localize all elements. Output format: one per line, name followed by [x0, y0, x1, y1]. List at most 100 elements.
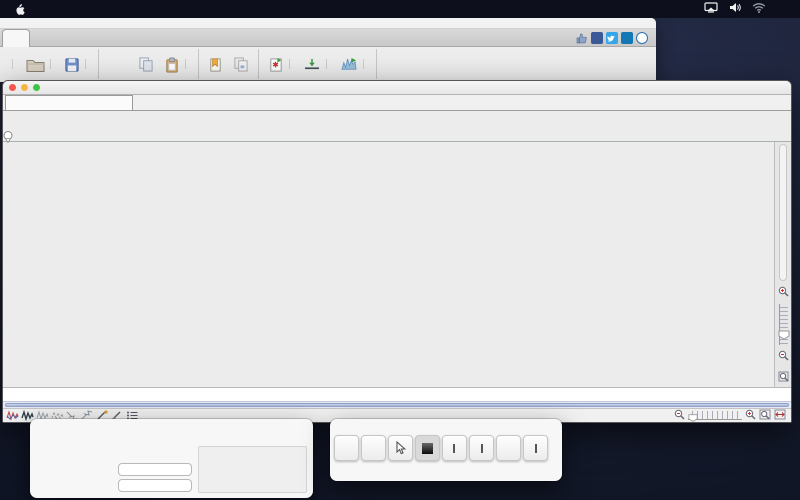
- vertical-zoom-in-icon[interactable]: [778, 284, 789, 302]
- toolbar-copy-button[interactable]: [133, 55, 159, 73]
- vertical-zoom-column: [774, 142, 791, 387]
- batch-icon: [233, 56, 249, 73]
- horizontal-zoom-controls: [674, 407, 788, 425]
- record-button[interactable]: [361, 435, 386, 461]
- ribbon-tab-bar: [0, 29, 656, 47]
- skip-end-bar: [535, 444, 537, 453]
- silence-dropdown-arrow[interactable]: [326, 59, 335, 69]
- overview-waveform-canvas[interactable]: [3, 111, 774, 141]
- new-dropdown-arrow[interactable]: [12, 59, 21, 69]
- save-dropdown-arrow[interactable]: [85, 59, 94, 69]
- skip-start-bar: [453, 444, 455, 453]
- toolbar-separator: [258, 49, 259, 79]
- timeline-ruler[interactable]: [3, 387, 791, 401]
- vertical-zoom-out-icon[interactable]: [778, 348, 789, 366]
- horizontal-scrollbar[interactable]: [3, 401, 791, 408]
- zoom-to-selection-icon[interactable]: [759, 407, 771, 425]
- help-icon[interactable]: [636, 32, 648, 44]
- vertical-zoom-fit-icon[interactable]: [778, 369, 789, 387]
- toolbar-separator: [98, 49, 99, 79]
- toolbar-redo-button[interactable]: [113, 55, 123, 73]
- step-forward-button[interactable]: [496, 435, 521, 461]
- twitter-icon[interactable]: [606, 32, 618, 44]
- document-window: [2, 80, 792, 423]
- selection-cursor-handle[interactable]: [3, 130, 13, 148]
- toolbar-preferences-button[interactable]: [381, 55, 391, 73]
- toolbar-batch-button[interactable]: [228, 55, 254, 73]
- zoom-slider-thumb[interactable]: [688, 410, 698, 428]
- skip-to-start-button[interactable]: [442, 435, 467, 461]
- sample-rate-select[interactable]: [118, 463, 192, 476]
- open-dropdown-arrow[interactable]: [50, 59, 59, 69]
- document-tab-bar: [3, 95, 791, 111]
- ribbon-toolbar: [0, 47, 656, 81]
- main-window-title: [0, 18, 656, 29]
- step-back-button[interactable]: [469, 435, 494, 461]
- playback-controls-title[interactable]: [330, 419, 562, 432]
- bookmark-icon: [208, 56, 223, 73]
- overview-strip[interactable]: [3, 111, 791, 142]
- facebook-icon[interactable]: [591, 32, 603, 44]
- toolbar-cut-button[interactable]: [123, 55, 133, 73]
- skip-to-end-button[interactable]: [523, 435, 548, 461]
- menu-bar: [0, 0, 800, 18]
- toolbar-save-button[interactable]: [59, 55, 94, 73]
- paste-dropdown-arrow[interactable]: [185, 59, 194, 69]
- waveform-area: [3, 142, 791, 387]
- stop-button[interactable]: [415, 435, 440, 461]
- volume-icon[interactable]: [729, 2, 741, 16]
- zoom-window-button[interactable]: [33, 84, 40, 91]
- like-icon[interactable]: [576, 32, 588, 44]
- play-from-cursor-button[interactable]: [388, 435, 413, 461]
- minimize-window-button[interactable]: [21, 84, 28, 91]
- horizontal-scrollbar-thumb[interactable]: [5, 403, 789, 407]
- wifi-icon[interactable]: [752, 2, 766, 16]
- zoom-to-full-icon[interactable]: [774, 407, 786, 425]
- toolbar-volume-button[interactable]: [335, 55, 372, 73]
- volume-dropdown-arrow[interactable]: [363, 59, 372, 69]
- tab-effects[interactable]: [82, 29, 108, 46]
- play-button[interactable]: [334, 435, 359, 461]
- file-info-panel: [30, 419, 313, 498]
- linkedin-icon[interactable]: [621, 32, 633, 44]
- toolbar-separator: [376, 49, 377, 79]
- silence-icon: [303, 56, 321, 73]
- document-titlebar[interactable]: [3, 81, 791, 95]
- document-tab[interactable]: [5, 95, 133, 110]
- tab-custom[interactable]: [134, 29, 160, 46]
- toolbar-paste-button[interactable]: [159, 55, 194, 73]
- apple-menu-icon[interactable]: [6, 3, 33, 16]
- tab-edit[interactable]: [30, 29, 56, 46]
- vertical-zoom-slider[interactable]: [779, 304, 788, 345]
- toolbar-new-button[interactable]: [2, 55, 21, 73]
- stop-icon: [422, 443, 433, 454]
- mix-dropdown-arrow[interactable]: [289, 59, 298, 69]
- waveform-canvas[interactable]: [3, 142, 774, 387]
- channels-select[interactable]: [118, 479, 192, 492]
- toolbar-bookmark-button[interactable]: [203, 55, 228, 73]
- wavepad-main-window: [0, 18, 656, 82]
- zoom-in-icon[interactable]: [745, 407, 756, 425]
- waveform-color-view-icon[interactable]: [6, 410, 19, 422]
- toolbar-separator: [198, 49, 199, 79]
- mix-icon: [268, 56, 284, 73]
- new-tab-button[interactable]: [133, 109, 149, 110]
- zoom-out-icon[interactable]: [674, 407, 685, 425]
- tab-home[interactable]: [2, 29, 30, 47]
- close-window-button[interactable]: [9, 84, 16, 91]
- paste-clipboard-icon: [164, 56, 180, 73]
- zoom-slider[interactable]: [688, 411, 742, 420]
- social-links: [576, 32, 648, 44]
- toolbar-mix-button[interactable]: [263, 55, 298, 73]
- display-mirroring-icon[interactable]: [704, 2, 718, 16]
- toolbar-silence-button[interactable]: [298, 55, 335, 73]
- toolbar-undo-button[interactable]: [103, 55, 113, 73]
- tab-tools[interactable]: [108, 29, 134, 46]
- playback-buttons: [330, 432, 562, 461]
- vertical-scrollbar[interactable]: [779, 144, 787, 281]
- traffic-lights: [3, 84, 40, 91]
- file-info-title[interactable]: [30, 419, 313, 432]
- toolbar-open-button[interactable]: [21, 55, 59, 73]
- vertical-zoom-slider-thumb[interactable]: [778, 327, 790, 345]
- tab-levels[interactable]: [56, 29, 82, 46]
